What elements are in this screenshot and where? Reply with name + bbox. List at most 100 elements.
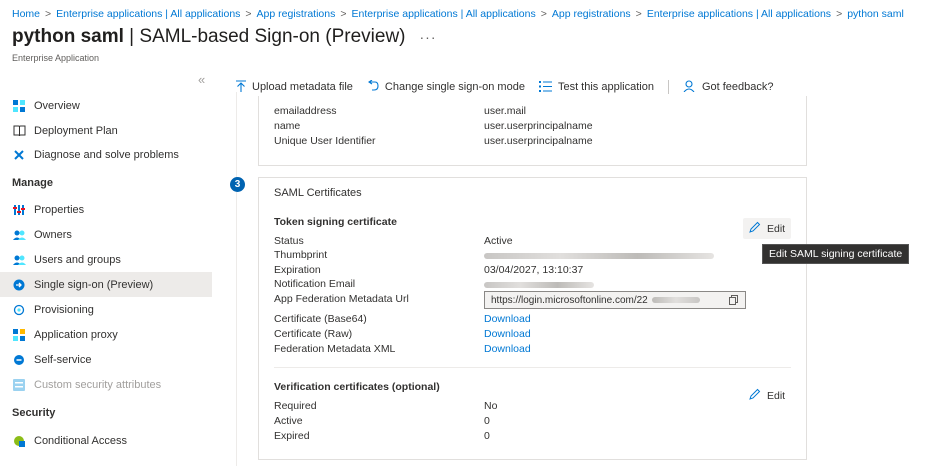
edit-token-signing-button[interactable]: Edit bbox=[743, 218, 792, 239]
expiration-label: Expiration bbox=[274, 264, 321, 276]
copy-icon[interactable] bbox=[729, 295, 739, 308]
notification-email-label: Notification Email bbox=[274, 278, 356, 290]
feedback-icon bbox=[683, 79, 696, 95]
attribute-value: user.userprincipalname bbox=[484, 120, 593, 132]
upload-metadata-label: Upload metadata file bbox=[252, 81, 353, 93]
edit-verification-button[interactable]: Edit bbox=[743, 385, 791, 406]
wrench-icon bbox=[12, 148, 26, 162]
page-subtitle: Enterprise Application bbox=[12, 53, 100, 63]
breadcrumb-separator: > bbox=[45, 8, 52, 20]
attribute-value: user.userprincipalname bbox=[484, 135, 593, 147]
metadata-url-redacted bbox=[651, 297, 700, 303]
card-title: SAML Certificates bbox=[274, 187, 362, 199]
expired-value: 0 bbox=[484, 430, 490, 442]
sidebar-item-label: Application proxy bbox=[34, 328, 118, 341]
sidebar-item-label: Owners bbox=[34, 228, 72, 241]
change-sso-mode-label: Change single sign-on mode bbox=[384, 81, 525, 93]
thumbprint-label: Thumbprint bbox=[274, 249, 328, 261]
toolbar-divider bbox=[667, 80, 669, 94]
sidebar-item-diagnose[interactable]: Diagnose and solve problems bbox=[0, 142, 212, 167]
change-sso-mode-button[interactable]: Change single sign-on mode bbox=[367, 79, 525, 95]
sidebar-item-deployment-plan[interactable]: Deployment Plan bbox=[0, 118, 212, 143]
sidebar-item-conditional-access[interactable]: Conditional Access bbox=[0, 428, 212, 453]
sidebar-item-provisioning[interactable]: Provisioning bbox=[0, 297, 212, 322]
download-federation-xml-link[interactable]: Download bbox=[484, 343, 531, 355]
sidebar: « Overview Deployment Plan Diagnose and … bbox=[0, 70, 214, 466]
page-title: python saml | SAML-based Sign-on (Previe… bbox=[12, 26, 406, 48]
list-icon bbox=[538, 80, 552, 95]
sidebar-item-users-groups[interactable]: Users and groups bbox=[0, 247, 212, 272]
sidebar-item-owners[interactable]: Owners bbox=[0, 222, 212, 247]
sidebar-item-single-sign-on[interactable]: Single sign-on (Preview) bbox=[0, 272, 212, 297]
breadcrumb-enterprise-apps[interactable]: Enterprise applications | All applicatio… bbox=[351, 8, 535, 20]
sidebar-item-custom-security-attributes[interactable]: Custom security attributes bbox=[0, 372, 212, 397]
breadcrumb-home[interactable]: Home bbox=[12, 8, 40, 20]
breadcrumb-enterprise-apps[interactable]: Enterprise applications | All applicatio… bbox=[647, 8, 831, 20]
grid-icon bbox=[12, 99, 26, 113]
required-label: Required bbox=[274, 400, 317, 412]
sidebar-item-label: Custom security attributes bbox=[34, 378, 162, 391]
sidebar-item-label: Deployment Plan bbox=[34, 124, 118, 137]
notification-email-redacted bbox=[484, 282, 594, 288]
properties-icon bbox=[12, 203, 26, 217]
saml-certificates-card: SAML Certificates Token signing certific… bbox=[258, 177, 807, 460]
feedback-label: Got feedback? bbox=[701, 81, 774, 93]
attributes-claims-card: emailaddress user.mail name user.userpri… bbox=[258, 96, 807, 166]
feedback-button[interactable]: Got feedback? bbox=[683, 79, 774, 95]
status-value: Active bbox=[484, 235, 513, 247]
edit-label: Edit bbox=[767, 389, 786, 402]
sidebar-item-label: Self-service bbox=[34, 353, 92, 366]
thumbprint-redacted bbox=[484, 253, 714, 259]
sidebar-item-properties[interactable]: Properties bbox=[0, 197, 212, 222]
breadcrumb-separator: > bbox=[635, 8, 642, 20]
collapse-sidebar-button[interactable]: « bbox=[198, 72, 205, 87]
test-application-label: Test this application bbox=[557, 81, 654, 93]
cert-base64-label: Certificate (Base64) bbox=[274, 313, 367, 325]
breadcrumb-separator: > bbox=[340, 8, 347, 20]
content-divider bbox=[236, 92, 237, 466]
provisioning-icon bbox=[12, 303, 26, 317]
owners-icon bbox=[12, 228, 26, 242]
cert-raw-label: Certificate (Raw) bbox=[274, 328, 353, 340]
command-bar: Upload metadata file Change single sign-… bbox=[236, 78, 788, 96]
active-value: 0 bbox=[484, 415, 490, 427]
breadcrumb-separator: > bbox=[245, 8, 252, 20]
required-value: No bbox=[484, 400, 498, 412]
sidebar-item-overview[interactable]: Overview bbox=[0, 93, 212, 118]
conditional-access-icon bbox=[12, 434, 26, 448]
sso-icon bbox=[12, 278, 26, 292]
status-label: Status bbox=[274, 235, 304, 247]
attribute-value: user.mail bbox=[484, 105, 527, 117]
breadcrumb-python-saml[interactable]: python saml bbox=[847, 8, 904, 20]
more-options-button[interactable]: ··· bbox=[420, 29, 437, 45]
section-header-manage: Manage bbox=[12, 177, 53, 189]
attribute-name: Unique User Identifier bbox=[274, 135, 376, 147]
attribute-name: emailaddress bbox=[274, 105, 337, 117]
sidebar-item-label: Overview bbox=[34, 99, 80, 112]
metadata-url-field[interactable]: https://login.microsoftonline.com/22 bbox=[484, 291, 746, 309]
breadcrumb-app-registrations[interactable]: App registrations bbox=[257, 8, 336, 20]
breadcrumb-separator: > bbox=[540, 8, 547, 20]
sidebar-item-application-proxy[interactable]: Application proxy bbox=[0, 322, 212, 347]
breadcrumb-enterprise-apps[interactable]: Enterprise applications | All applicatio… bbox=[56, 8, 240, 20]
attributes-icon bbox=[12, 378, 26, 392]
self-service-icon bbox=[12, 353, 26, 367]
verification-section-title: Verification certificates (optional) bbox=[274, 381, 440, 393]
breadcrumb: Home > Enterprise applications | All appli… bbox=[12, 8, 926, 20]
page-header: python saml | SAML-based Sign-on (Previe… bbox=[12, 26, 437, 48]
section-divider bbox=[274, 367, 791, 368]
test-application-button[interactable]: Test this application bbox=[538, 80, 654, 95]
sidebar-item-self-service[interactable]: Self-service bbox=[0, 347, 212, 372]
users-icon bbox=[12, 253, 26, 267]
edit-label: Edit bbox=[767, 222, 786, 235]
page-name: | SAML-based Sign-on (Preview) bbox=[123, 26, 406, 47]
book-icon bbox=[12, 124, 26, 138]
sidebar-item-label: Conditional Access bbox=[34, 434, 127, 447]
download-cert-base64-link[interactable]: Download bbox=[484, 313, 531, 325]
app-name: python saml bbox=[12, 26, 124, 47]
metadata-url-value: https://login.microsoftonline.com/22 bbox=[491, 294, 648, 306]
breadcrumb-app-registrations[interactable]: App registrations bbox=[552, 8, 631, 20]
download-cert-raw-link[interactable]: Download bbox=[484, 328, 531, 340]
edit-tooltip: Edit SAML signing certificate bbox=[762, 244, 910, 264]
upload-metadata-button[interactable]: Upload metadata file bbox=[236, 79, 353, 95]
